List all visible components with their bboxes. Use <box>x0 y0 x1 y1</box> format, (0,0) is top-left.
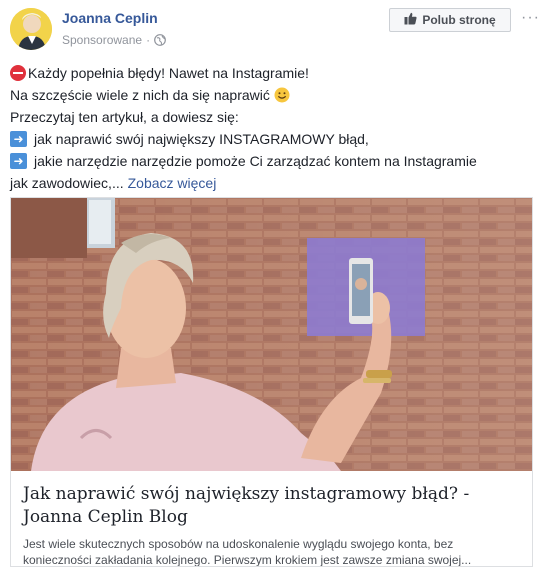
post-line-1-text: Każdy popełnia błędy! Nawet na Instagram… <box>28 65 309 81</box>
globe-icon[interactable] <box>154 34 166 46</box>
right-arrow-icon: ➜ <box>10 131 27 147</box>
post-line-3: Przeczytaj ten artykuł, a dowiesz się: <box>10 106 538 128</box>
link-desc-line-1: Jest wiele skutecznych sposobów na udosk… <box>23 537 454 551</box>
post-meta: Sponsorowane · <box>62 33 166 47</box>
post-text: Każdy popełnia błędy! Nawet na Instagram… <box>10 62 538 194</box>
page-name-link[interactable]: Joanna Ceplin <box>62 10 158 26</box>
post-line-4-text: jak naprawić swój największy INSTAGRAMOW… <box>34 131 369 147</box>
link-preview-description: Jest wiele skutecznych sposobów na udosk… <box>23 536 523 567</box>
thumbs-up-icon <box>404 12 417 28</box>
see-more-link[interactable]: Zobacz więcej <box>128 172 217 194</box>
smile-icon <box>274 87 290 103</box>
avatar-image <box>10 8 52 50</box>
page-avatar[interactable] <box>10 8 52 50</box>
post-line-5-text: jakie narzędzie narzędzie pomoże Ci zarz… <box>34 153 477 169</box>
link-preview-title[interactable]: Jak naprawić swój największy instagramow… <box>23 483 523 529</box>
post-line-6: jak zawodowiec,... Zobacz więcej <box>10 172 538 194</box>
link-title-line-1: Jak naprawić swój największy instagramow… <box>23 484 470 504</box>
right-arrow-icon: ➜ <box>10 153 27 169</box>
no-entry-icon <box>10 65 26 81</box>
link-title-line-2: Joanna Ceplin Blog <box>23 507 188 527</box>
post-line-3-text: Przeczytaj ten artykuł, a dowiesz się: <box>10 109 239 125</box>
post-line-5: ➜ jakie narzędzie narzędzie pomoże Ci za… <box>10 150 538 172</box>
post-line-4: ➜ jak naprawić swój największy INSTAGRAM… <box>10 128 538 150</box>
like-page-button[interactable]: Polub stronę <box>389 8 511 32</box>
link-preview-image[interactable] <box>11 198 532 471</box>
post-line-2-text: Na szczęście wiele z nich da się naprawi… <box>10 87 270 103</box>
link-preview-card[interactable]: Jak naprawić swój największy instagramow… <box>10 197 533 567</box>
link-desc-line-2: konieczności zakładania kolejnego. Pierw… <box>23 553 472 567</box>
post-line-6-text: jak zawodowiec,... <box>10 175 124 191</box>
post-line-1: Każdy popełnia błędy! Nawet na Instagram… <box>10 62 538 84</box>
meta-separator: · <box>146 33 151 47</box>
more-options-icon[interactable]: ··· <box>521 10 540 26</box>
post-line-2: Na szczęście wiele z nich da się naprawi… <box>10 84 538 106</box>
sponsored-label[interactable]: Sponsorowane <box>62 33 142 47</box>
like-page-label: Polub stronę <box>422 13 496 27</box>
sponsored-post: Joanna Ceplin Sponsorowane · Polub stron… <box>0 0 547 567</box>
